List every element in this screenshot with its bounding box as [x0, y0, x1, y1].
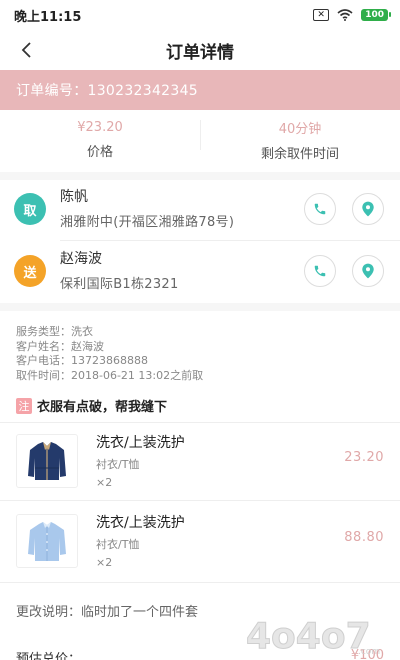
back-button[interactable] — [10, 34, 42, 66]
order-info: 服务类型：洗衣 客户姓名：赵海波 客户电话：13723868888 取件时间：2… — [16, 325, 203, 383]
delivery-name: 赵海波 — [60, 251, 102, 267]
pickup-contact: 取 陈帆 湘雅附中(开福区湘雅路78号) — [0, 178, 400, 240]
pickup-name: 陈帆 — [60, 189, 88, 205]
pickup-time: 取件时间：2018-06-21 13:02之前取 — [16, 368, 204, 382]
pickup-address: 湘雅附中(开福区湘雅路78号) — [60, 215, 235, 230]
watermark-logo: 4o4o7 .com — [246, 616, 381, 657]
location-pin-icon — [362, 201, 374, 217]
jacket-icon — [28, 442, 66, 480]
item-name: 洗衣/上装洗护 — [96, 515, 185, 531]
price-summary: ¥23.20 价格 — [0, 110, 200, 170]
order-number: 订单编号：130232342345 — [16, 83, 198, 99]
nav-bar: 订单详情 — [0, 30, 400, 70]
locate-pickup-button[interactable] — [352, 193, 384, 225]
time-value: 40分钟 — [278, 122, 322, 137]
location-pin-icon — [362, 263, 374, 279]
time-label: 剩余取件时间 — [260, 147, 339, 162]
status-bar: 晚上11:15 ✕ 100 — [0, 0, 400, 30]
total-label: 预估总价： — [16, 652, 82, 660]
note-tag: 注 — [16, 397, 32, 414]
wifi-icon — [337, 9, 353, 21]
price-value: ¥23.20 — [77, 120, 123, 135]
item-quantity: ×2 — [96, 556, 113, 569]
service-type: 服务类型：洗衣 — [16, 325, 93, 338]
svg-text:.com: .com — [358, 647, 380, 656]
svg-text:4o4o7: 4o4o7 — [246, 616, 371, 656]
time-summary: 40分钟 剩余取件时间 — [200, 110, 400, 170]
item-name: 洗衣/上装洗护 — [96, 435, 185, 451]
section-divider — [0, 303, 400, 311]
item-thumbnail — [16, 514, 78, 568]
list-item[interactable]: 洗衣/上装洗护 衬衣/T恤 ×2 23.20 — [0, 426, 400, 494]
row-divider — [0, 582, 400, 583]
note-text: 衣服有点破，帮我缝下 — [37, 400, 168, 415]
locate-delivery-button[interactable] — [352, 255, 384, 287]
row-divider — [0, 500, 400, 501]
status-time: 晚上11:15 — [14, 9, 82, 25]
item-quantity: ×2 — [96, 476, 113, 489]
customer-phone: 客户电话：13723868888 — [16, 354, 148, 367]
notification-icon: ✕ — [313, 9, 330, 21]
item-price: 88.80 — [344, 530, 384, 545]
page-title: 订单详情 — [166, 42, 234, 63]
phone-icon — [314, 265, 326, 277]
shirt-icon — [28, 522, 66, 561]
price-label: 价格 — [86, 145, 113, 160]
order-summary: ¥23.20 价格 40分钟 剩余取件时间 — [0, 110, 400, 170]
customer-name: 客户姓名：赵海波 — [16, 339, 104, 353]
delivery-contact: 送 赵海波 保利国际B1栋2321 — [0, 240, 400, 302]
chevron-left-icon — [21, 42, 31, 58]
pickup-badge: 取 — [14, 193, 46, 225]
item-thumbnail — [16, 434, 78, 488]
row-divider — [0, 422, 400, 423]
list-item[interactable]: 洗衣/上装洗护 衬衣/T恤 ×2 88.80 — [0, 506, 400, 574]
item-price: 23.20 — [344, 450, 384, 465]
delivery-address: 保利国际B1栋2321 — [60, 277, 179, 292]
item-category: 衬衣/T恤 — [96, 458, 140, 471]
item-category: 衬衣/T恤 — [96, 538, 140, 551]
summary-separator — [200, 120, 201, 150]
change-note: 更改说明：临时加了一个四件套 — [16, 605, 199, 620]
customer-note: 注 衣服有点破，帮我缝下 — [16, 396, 167, 415]
phone-icon — [314, 203, 326, 215]
battery-icon: 100 — [361, 9, 391, 21]
status-icons: ✕ 100 — [313, 9, 391, 21]
call-pickup-button[interactable] — [304, 193, 336, 225]
order-number-banner: 订单编号：130232342345 — [0, 70, 400, 110]
delivery-badge: 送 — [14, 255, 46, 287]
call-delivery-button[interactable] — [304, 255, 336, 287]
